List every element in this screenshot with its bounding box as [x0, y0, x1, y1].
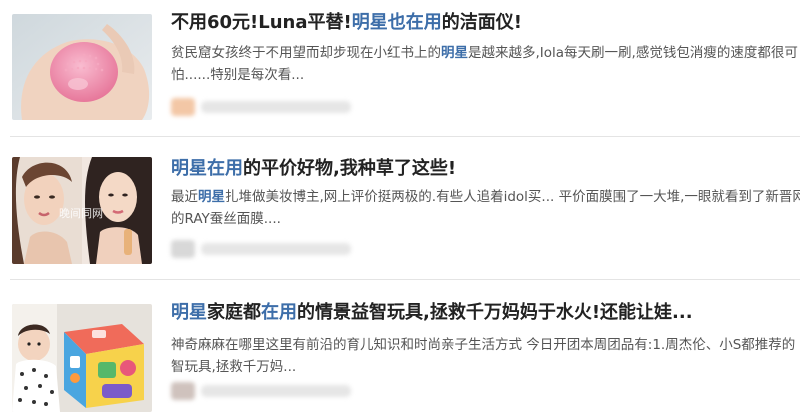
- divider: [10, 279, 800, 280]
- divider: [10, 136, 800, 137]
- article-title[interactable]: 明星在用的平价好物,我种草了这些!: [171, 156, 800, 182]
- title-keyword-highlight: 明星也在用: [351, 12, 442, 33]
- blurred-author-name: [201, 385, 351, 397]
- author-meta: [171, 238, 371, 260]
- thumbnail-watermark: 晚间同网: [59, 207, 103, 220]
- title-keyword-highlight: 明星: [171, 302, 207, 323]
- snippet-text: 智玩具,拯救千万妈...: [171, 359, 297, 375]
- article-title[interactable]: 明星家庭都在用的情景益智玩具,拯救千万妈妈于水火!还能让娃...: [171, 300, 800, 326]
- snippet-text: 神奇麻麻在哪里这里有前沿的育儿知识和时尚亲子生活方式 今日开团本周团品有:1.周…: [171, 337, 796, 353]
- snippet-text: 怕......特别是每次看...: [171, 67, 305, 83]
- author-meta: [171, 380, 371, 402]
- snippet-keyword-highlight: 明星: [198, 189, 225, 205]
- baby-with-colorful-toy-cube-image[interactable]: [12, 304, 152, 412]
- title-keyword-highlight: 明星在用: [171, 158, 243, 179]
- article-snippet: 神奇麻麻在哪里这里有前沿的育儿知识和时尚亲子生活方式 今日开团本周团品有:1.周…: [171, 334, 800, 378]
- article-snippet: 贫民窟女孩终于不用望而却步现在小红书上的明星是越来越多,Iola每天刷一刷,感觉…: [171, 42, 800, 86]
- title-keyword-highlight: 在用: [261, 302, 297, 323]
- author-meta: [171, 96, 371, 118]
- title-text: 的洁面仪!: [441, 12, 522, 33]
- title-text: 不用60元!Luna平替!: [171, 12, 352, 33]
- article-title[interactable]: 不用60元!Luna平替!明星也在用的洁面仪!: [171, 10, 800, 36]
- title-text: 家庭都: [207, 302, 261, 323]
- snippet-text: 最近: [171, 189, 198, 205]
- title-text: 的平价好物,我种草了这些!: [243, 158, 457, 179]
- pink-silicone-facial-cleanser-in-hand-image[interactable]: [12, 14, 152, 120]
- blurred-avatar: [171, 382, 195, 400]
- list-item[interactable]: 不用60元!Luna平替!明星也在用的洁面仪! 贫民窟女孩终于不用望而却步现在小…: [0, 0, 800, 130]
- article-list: 不用60元!Luna平替!明星也在用的洁面仪! 贫民窟女孩终于不用望而却步现在小…: [0, 0, 800, 412]
- snippet-text: 的RAY蚕丝面膜....: [171, 211, 281, 227]
- blurred-author-name: [201, 101, 351, 113]
- blurred-avatar: [171, 98, 195, 116]
- article-snippet: 最近明星扎堆做美妆博主,网上评价挺两极的.有些人追着idol买... 平价面膜围…: [171, 186, 800, 230]
- snippet-text: 贫民窟女孩终于不用望而却步现在小红书上的: [171, 45, 441, 61]
- title-text: 的情景益智玩具,拯救千万妈妈于水火!还能让娃...: [297, 302, 693, 323]
- list-item[interactable]: 晚间同网 明星在用的平价好物,我种草了这些! 最近明星扎堆做美妆博主,网上评价挺…: [0, 142, 800, 272]
- blurred-author-name: [201, 243, 351, 255]
- list-item[interactable]: 明星家庭都在用的情景益智玩具,拯救千万妈妈于水火!还能让娃... 神奇麻麻在哪里…: [0, 286, 800, 416]
- snippet-text: 是越来越多,Iola每天刷一刷,感觉钱包消瘦的速度都很可: [468, 45, 798, 61]
- blurred-avatar: [171, 240, 195, 258]
- snippet-keyword-highlight: 明星: [441, 45, 468, 61]
- snippet-text: 扎堆做美妆博主,网上评价挺两极的.有些人追着idol买... 平价面膜围了一大堆…: [225, 189, 800, 205]
- celebrity-portrait-collage-image[interactable]: 晚间同网: [12, 157, 152, 264]
